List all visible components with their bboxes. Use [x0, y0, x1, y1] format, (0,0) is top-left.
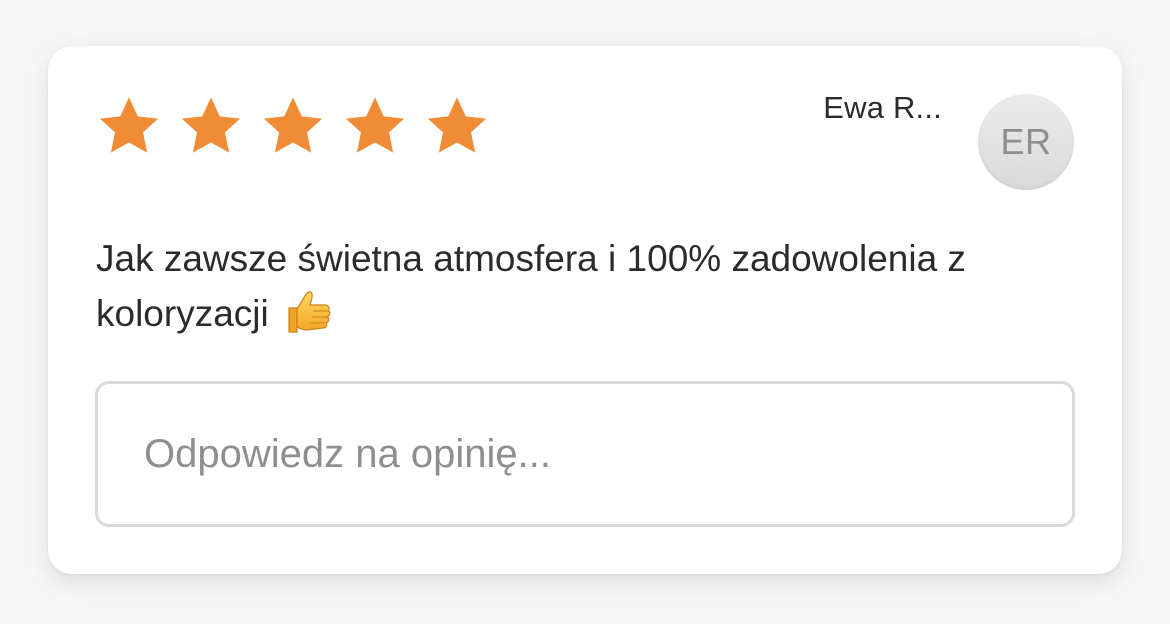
review-text: Jak zawsze świetna atmosfera i 100% zado… [96, 238, 966, 334]
star-icon [259, 93, 327, 159]
reply-input[interactable] [98, 384, 1072, 524]
thumbs-up-icon [283, 286, 333, 336]
star-icon [423, 93, 491, 159]
star-rating [95, 93, 491, 159]
star-icon [95, 93, 163, 159]
review-card: Ewa R... ER Jak zawsze świetna atmosfera… [48, 46, 1122, 574]
avatar: ER [978, 94, 1074, 190]
reply-field[interactable] [95, 381, 1075, 527]
review-text-block: Jak zawsze świetna atmosfera i 100% zado… [96, 232, 1076, 341]
star-icon [177, 93, 245, 159]
avatar-initials: ER [1000, 121, 1052, 162]
author-name: Ewa R... [823, 90, 942, 125]
star-icon [341, 93, 409, 159]
